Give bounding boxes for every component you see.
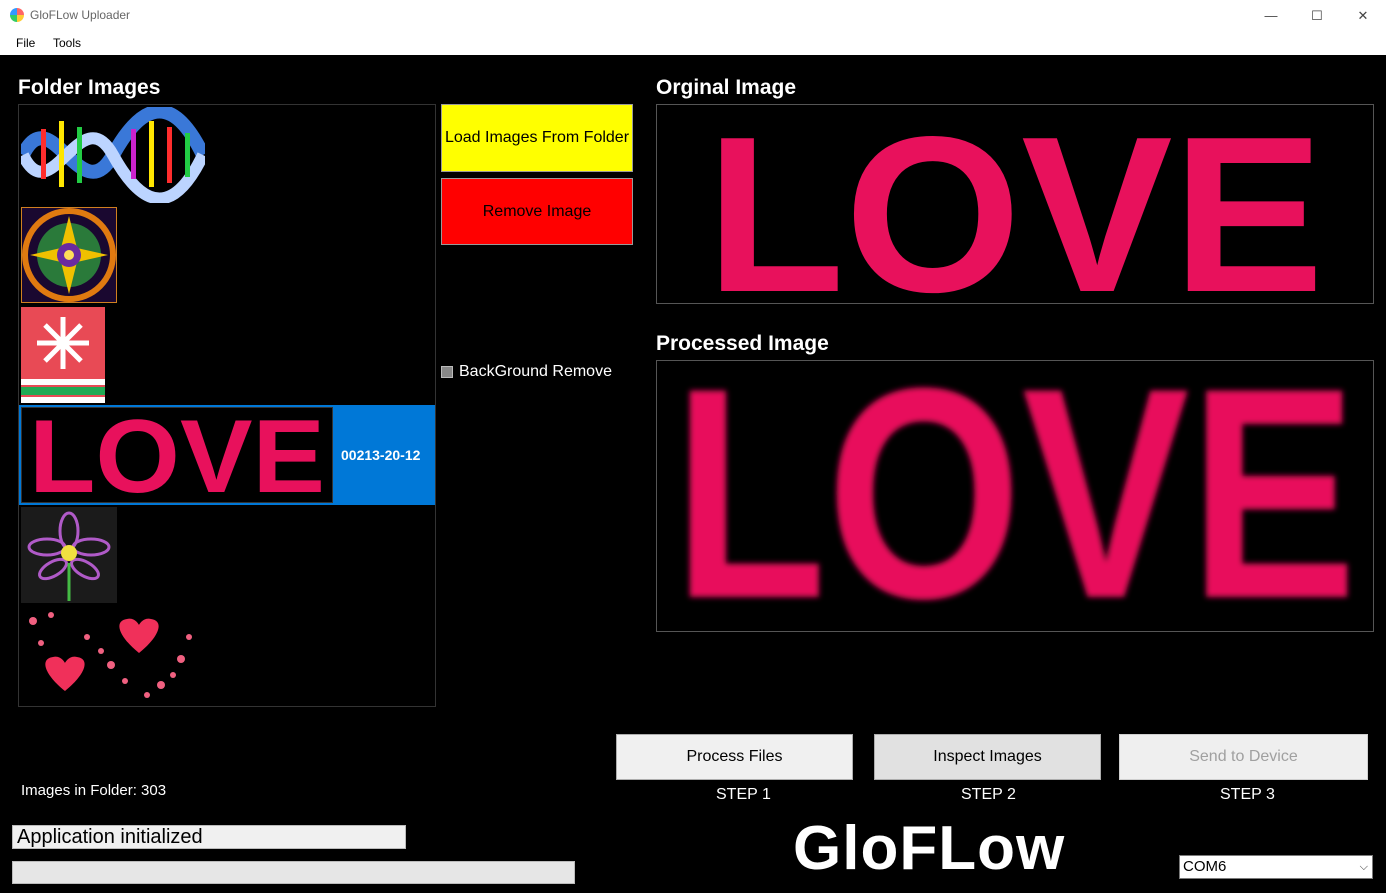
hearts-thumbnail[interactable] xyxy=(21,607,203,703)
list-item-selected[interactable]: LOVE 00213-20-12 xyxy=(19,399,435,515)
love-thumbnail: LOVE xyxy=(21,399,333,515)
gloflow-logo: GloFLow xyxy=(793,814,1066,883)
app-icon xyxy=(10,8,24,22)
snowflake-sweater-thumbnail[interactable] xyxy=(21,307,105,403)
com-port-value: COM6 xyxy=(1183,858,1227,875)
inspect-images-button[interactable]: Inspect Images xyxy=(874,734,1101,780)
menu-tools[interactable]: Tools xyxy=(53,36,81,50)
processed-love-text: LOVE xyxy=(673,361,1357,631)
step3-label: STEP 3 xyxy=(1220,786,1275,803)
processed-image-panel: LOVE xyxy=(656,360,1374,632)
original-image-panel: LOVE xyxy=(656,104,1374,304)
svg-text:LOVE: LOVE xyxy=(29,408,325,502)
menu-file[interactable]: File xyxy=(16,36,35,50)
dna-helix-thumbnail[interactable] xyxy=(19,105,210,205)
step1-label: STEP 1 xyxy=(716,786,771,803)
folder-images-list[interactable]: LOVE 00213-20-12 xyxy=(18,104,436,707)
original-love-text: LOVE xyxy=(706,105,1324,303)
remove-image-button[interactable]: Remove Image xyxy=(441,178,633,245)
progress-bar xyxy=(12,861,575,884)
background-remove-checkbox[interactable] xyxy=(441,366,453,378)
images-count: Images in Folder: 303 xyxy=(21,782,167,799)
step2-label: STEP 2 xyxy=(961,786,1016,803)
com-port-select[interactable]: COM6 ⌵ xyxy=(1179,855,1373,879)
list-item-label: 00213-20-12 xyxy=(341,447,421,463)
menu-bar: File Tools xyxy=(0,31,1386,55)
original-image-heading: Orginal Image xyxy=(656,76,797,99)
flower-thumbnail[interactable] xyxy=(21,507,117,603)
chevron-down-icon: ⌵ xyxy=(1359,861,1368,873)
processed-image-heading: Processed Image xyxy=(656,332,829,355)
maximize-button[interactable]: ☐ xyxy=(1294,0,1340,31)
minimize-button[interactable]: — xyxy=(1248,0,1294,31)
window-title: GloFLow Uploader xyxy=(30,8,131,22)
send-to-device-button[interactable]: Send to Device xyxy=(1119,734,1368,780)
title-bar: GloFLow Uploader — ☐ ✕ xyxy=(0,0,1386,32)
kaleidoscope-thumbnail[interactable] xyxy=(21,207,117,303)
load-images-button[interactable]: Load Images From Folder xyxy=(441,104,633,172)
background-remove-label: BackGround Remove xyxy=(459,363,612,380)
close-button[interactable]: ✕ xyxy=(1340,0,1386,31)
folder-images-heading: Folder Images xyxy=(18,76,161,99)
process-files-button[interactable]: Process Files xyxy=(616,734,853,780)
status-field: Application initialized xyxy=(12,825,406,849)
